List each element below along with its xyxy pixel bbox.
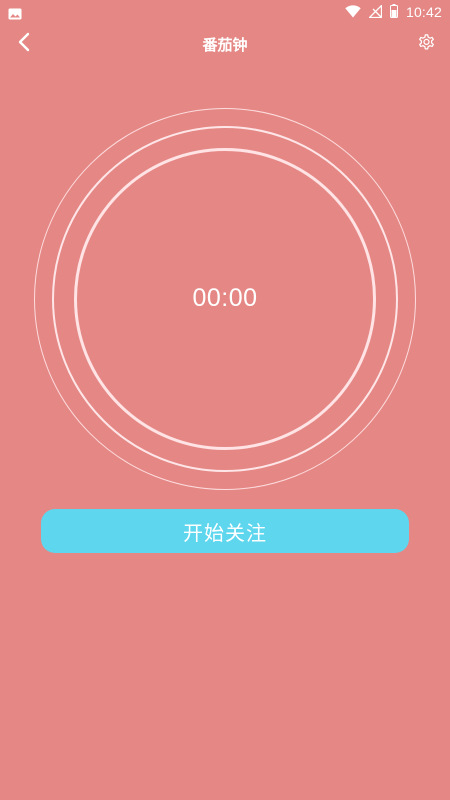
timer-display: 00:00 bbox=[192, 284, 258, 312]
gear-icon bbox=[416, 32, 436, 56]
start-focus-button[interactable]: 开始关注 bbox=[41, 509, 409, 553]
image-icon bbox=[8, 5, 22, 20]
battery-icon bbox=[389, 3, 398, 22]
page-title: 番茄钟 bbox=[202, 36, 248, 54]
timer-dial: 00:00 bbox=[34, 108, 416, 490]
toolbar: 番茄钟 bbox=[0, 24, 450, 68]
status-time: 10:42 bbox=[405, 4, 442, 20]
status-bar: 10:42 bbox=[0, 0, 450, 24]
no-signal-icon bbox=[367, 3, 383, 22]
wifi-icon bbox=[345, 3, 361, 22]
settings-button[interactable] bbox=[414, 32, 438, 56]
status-icons: 10:42 bbox=[345, 0, 442, 24]
